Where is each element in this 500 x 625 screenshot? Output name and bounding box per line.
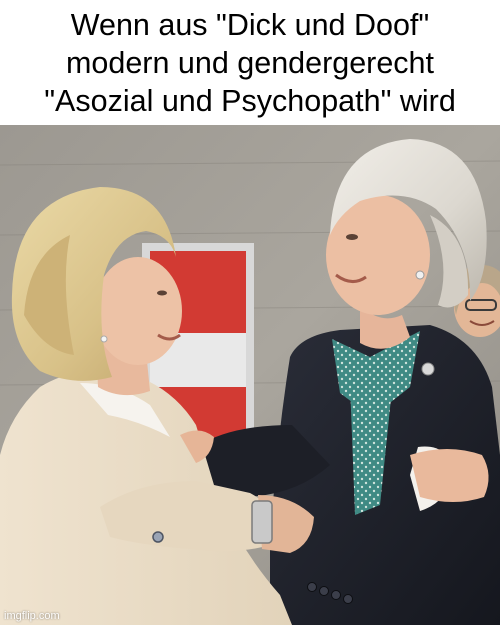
caption-text: Wenn aus "Dick und Doof" modern und gend… bbox=[44, 6, 456, 120]
caption-line-1: Wenn aus "Dick und Doof" bbox=[70, 7, 430, 42]
photo-illustration bbox=[0, 125, 500, 625]
imgflip-watermark: imgflip.com bbox=[4, 610, 60, 622]
meme-caption: Wenn aus "Dick und Doof" modern und gend… bbox=[0, 0, 500, 125]
caption-line-2: modern und gendergerecht bbox=[66, 45, 434, 80]
meme-photo: imgflip.com bbox=[0, 125, 500, 625]
caption-line-3: "Asozial und Psychopath" wird bbox=[44, 83, 456, 118]
